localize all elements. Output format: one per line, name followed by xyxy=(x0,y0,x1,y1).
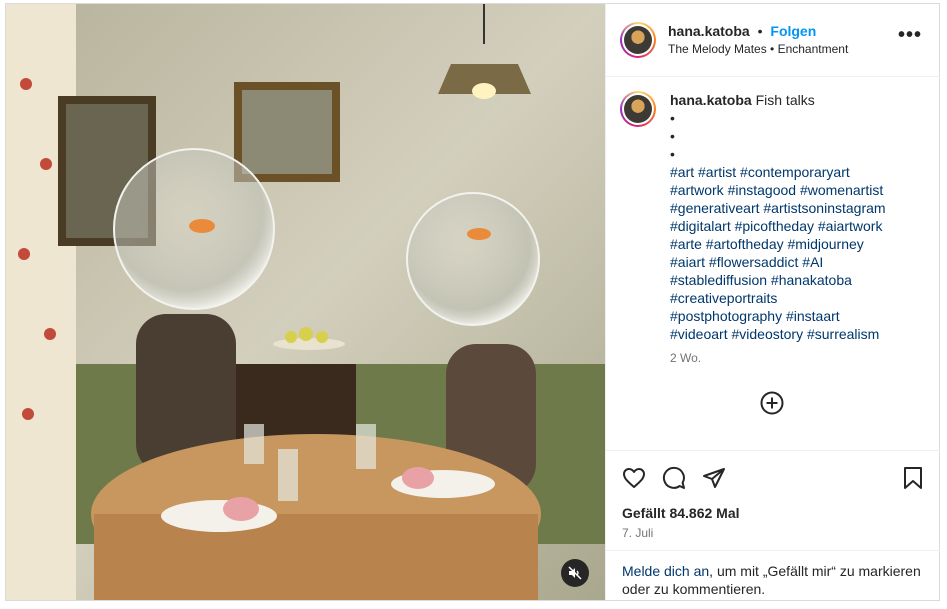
comment-icon[interactable] xyxy=(662,466,686,490)
bookmark-icon[interactable] xyxy=(902,466,924,490)
caption-avatar[interactable] xyxy=(620,91,656,127)
post-sidebar: hana.katoba • Folgen The Melody Mates • … xyxy=(605,4,940,600)
add-comment-circle-icon[interactable] xyxy=(760,391,784,415)
post-container: hana.katoba • Folgen The Melody Mates • … xyxy=(5,3,940,601)
post-image xyxy=(6,4,605,600)
caption-username-link[interactable]: hana.katoba xyxy=(670,92,752,108)
post-media[interactable] xyxy=(6,4,605,600)
muted-speaker-icon xyxy=(568,566,582,580)
login-prompt: Melde dich an, um mit „Gefällt mir“ zu m… xyxy=(606,550,940,609)
mute-button[interactable] xyxy=(561,559,589,587)
heart-icon[interactable] xyxy=(622,466,646,490)
caption-body: hana.katoba Fish talks • • • #art #artis… xyxy=(670,91,886,367)
post-header: hana.katoba • Folgen The Melody Mates • … xyxy=(606,4,940,77)
login-link[interactable]: Melde dich an xyxy=(622,563,709,579)
caption-dots: • • • xyxy=(670,110,675,162)
audio-link[interactable]: The Melody Mates • Enchantment xyxy=(668,40,848,58)
caption: hana.katoba Fish talks • • • #art #artis… xyxy=(606,77,940,367)
more-options-button[interactable]: ••• xyxy=(898,25,922,45)
post-actions: Gefällt 84.862 Mal 7. Juli xyxy=(606,450,940,540)
avatar[interactable] xyxy=(620,22,656,58)
caption-avatar-image xyxy=(624,95,652,123)
follow-button[interactable]: Folgen xyxy=(770,23,816,39)
share-icon[interactable] xyxy=(702,466,726,490)
action-icons xyxy=(622,465,924,491)
caption-hashtags[interactable]: #art #artist #contemporaryart #artwork #… xyxy=(670,163,886,343)
username-link[interactable]: hana.katoba xyxy=(668,23,750,39)
post-date: 7. Juli xyxy=(622,526,654,540)
header-text: hana.katoba • Folgen The Melody Mates • … xyxy=(668,22,848,58)
caption-title: Fish talks xyxy=(755,92,815,108)
post-time-ago: 2 Wo. xyxy=(670,351,702,365)
separator-dot: • xyxy=(757,23,763,39)
avatar-image xyxy=(624,26,652,54)
likes-count[interactable]: Gefällt 84.862 Mal xyxy=(622,505,924,521)
